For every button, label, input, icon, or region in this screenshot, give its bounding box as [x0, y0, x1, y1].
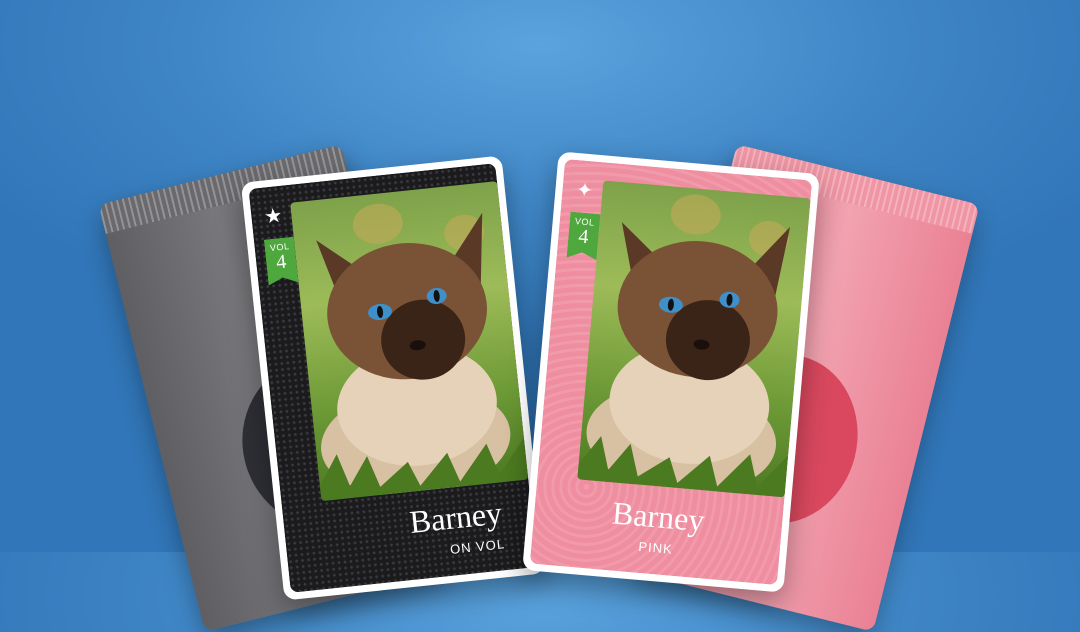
star-icon: ★ [263, 204, 284, 229]
card-pink[interactable]: ✦ VOL 4 Barney PINK [522, 151, 820, 593]
card-black[interactable]: ★ VOL 4 Barney ON VOL [240, 155, 546, 601]
vol-ribbon: VOL 4 [264, 237, 299, 286]
cat-photo [290, 181, 529, 502]
cat-illustration [316, 212, 529, 502]
vol-number: 4 [275, 250, 288, 274]
cat-photo [577, 180, 811, 498]
vol-number: 4 [577, 225, 590, 249]
vol-ribbon: VOL 4 [567, 212, 601, 260]
cat-illustration [577, 222, 791, 498]
card-face: ✦ VOL 4 Barney PINK [529, 158, 813, 586]
card-face: ★ VOL 4 Barney ON VOL [248, 163, 538, 593]
sparkle-icon: ✦ [575, 179, 594, 203]
